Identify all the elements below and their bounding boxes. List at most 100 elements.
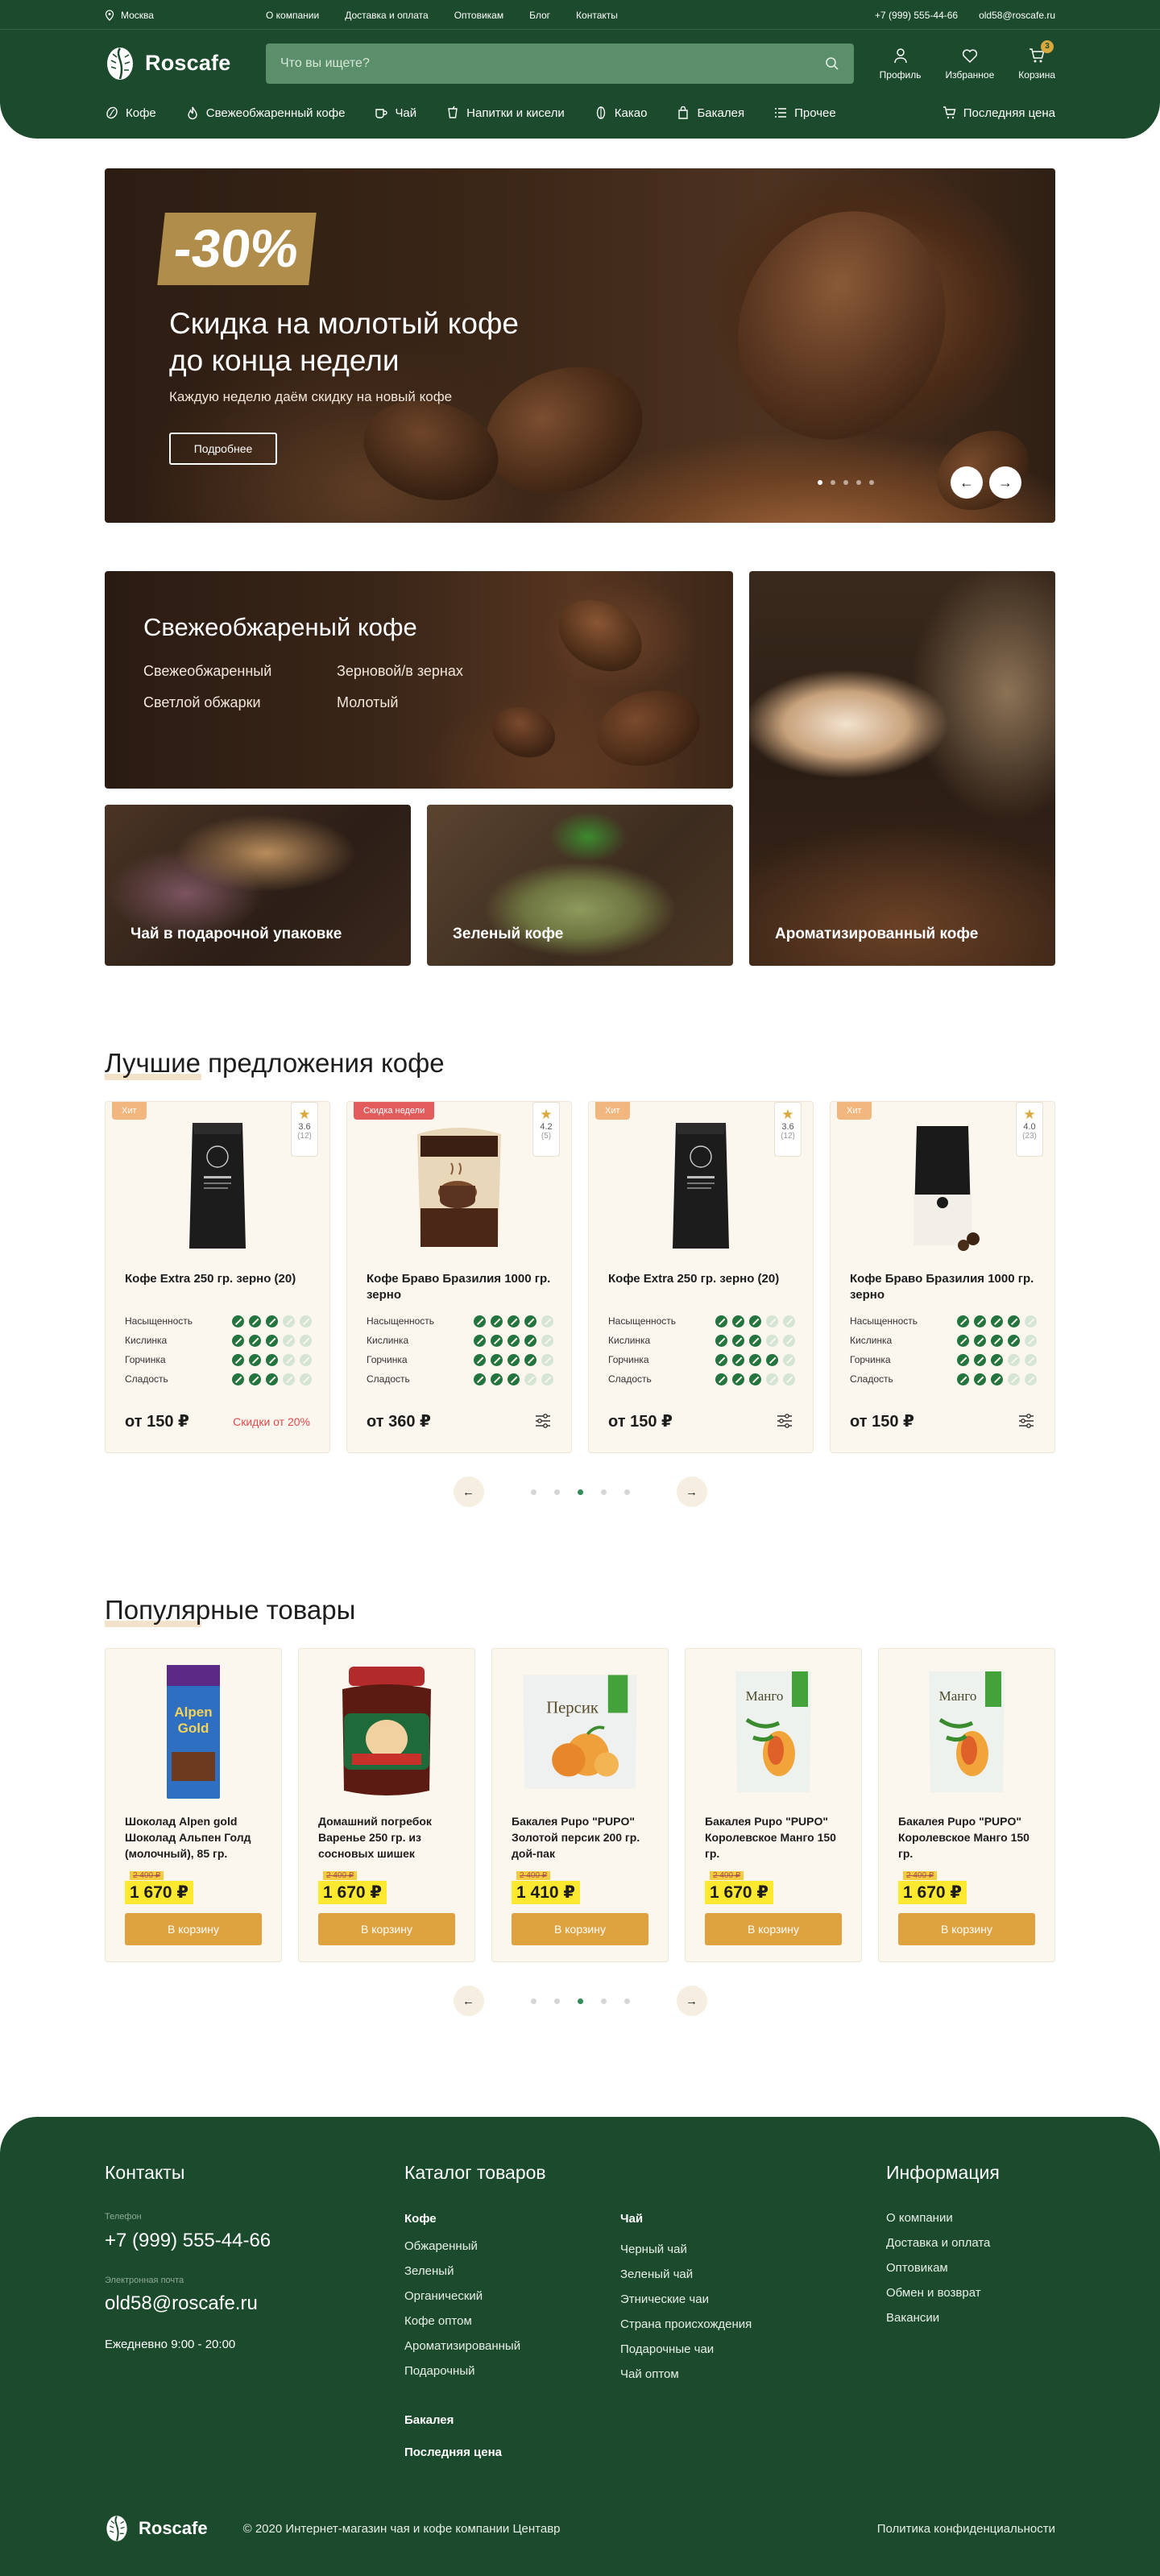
- add-to-cart-button[interactable]: В корзину: [512, 1913, 648, 1945]
- top-link-contacts[interactable]: Контакты: [576, 10, 618, 21]
- pager-prev-button[interactable]: ←: [453, 1476, 484, 1507]
- fresh-roast-link[interactable]: Свежеобжаренный: [143, 663, 337, 680]
- product-title[interactable]: Кофе Браво Бразилия 1000 гр. зерно: [367, 1271, 552, 1303]
- top-link-about[interactable]: О компании: [266, 10, 319, 21]
- product-title[interactable]: Бакалея Pupo "PUPO" Королевское Манго 15…: [705, 1813, 846, 1862]
- product-image[interactable]: Манго: [709, 1660, 838, 1804]
- pager-next-button[interactable]: →: [676, 1476, 707, 1507]
- pager-dot[interactable]: [624, 1998, 630, 2004]
- product-title[interactable]: Бакалея Pupo "PUPO" Золотой персик 200 г…: [512, 1813, 652, 1862]
- fresh-roast-link[interactable]: Зерновой/в зернах: [337, 663, 498, 680]
- slide-dot[interactable]: [831, 480, 835, 485]
- privacy-link[interactable]: Политика конфиденциальности: [877, 2522, 1055, 2536]
- footer-link[interactable]: Зеленый чай: [620, 2267, 752, 2281]
- search-icon[interactable]: [825, 56, 839, 71]
- add-to-cart-button[interactable]: В корзину: [125, 1913, 262, 1945]
- slide-dot[interactable]: [818, 480, 822, 485]
- footer-link[interactable]: Этнические чаи: [620, 2292, 752, 2306]
- slide-dot[interactable]: [869, 480, 874, 485]
- product-card[interactable]: Alpen Gold Шоколад Alpen gold Шоколад Альп…: [105, 1648, 282, 1962]
- footer-link[interactable]: Обмен и возврат: [886, 2286, 990, 2300]
- product-image[interactable]: [411, 1118, 508, 1259]
- logo[interactable]: Roscafe: [105, 46, 266, 81]
- footer-link[interactable]: Обжаренный: [404, 2239, 520, 2253]
- add-to-cart-button[interactable]: В корзину: [898, 1913, 1035, 1945]
- pager-dot[interactable]: [553, 1998, 560, 2004]
- footer-logo[interactable]: Roscafe: [105, 2514, 208, 2543]
- category-tile-gift-tea[interactable]: Чай в подарочной упаковке: [105, 805, 411, 966]
- footer-link[interactable]: О компании: [886, 2211, 990, 2225]
- top-link-blog[interactable]: Блог: [529, 10, 550, 21]
- options-icon[interactable]: [534, 1412, 552, 1430]
- product-title[interactable]: Домашний погребок Варенье 250 гр. из сос…: [318, 1813, 459, 1862]
- product-image[interactable]: Манго: [902, 1660, 1031, 1804]
- footer-link[interactable]: Чай оптом: [620, 2367, 752, 2381]
- footer-link[interactable]: Вакансии: [886, 2311, 990, 2325]
- coffee-card[interactable]: Хит ★ 3.6 (12) Кофе Extra 250 гр. зерно (20)…: [105, 1101, 330, 1453]
- pager-dot[interactable]: [530, 1489, 536, 1495]
- catnav-item-grocery[interactable]: Бакалея: [676, 106, 744, 120]
- fresh-roast-link[interactable]: Молотый: [337, 694, 498, 711]
- product-image[interactable]: [181, 1118, 254, 1259]
- add-to-cart-button[interactable]: В корзину: [318, 1913, 455, 1945]
- footer-coffee-head[interactable]: Кофе: [404, 2212, 437, 2226]
- category-tile-fresh-roast[interactable]: Свежеобжареный кофе Свежеобжаренный Зерн…: [105, 571, 733, 789]
- footer-link[interactable]: Черный чай: [620, 2243, 752, 2256]
- pager-dot[interactable]: [577, 1489, 583, 1495]
- footer-link[interactable]: Подарочный: [404, 2364, 520, 2378]
- options-icon[interactable]: [1017, 1412, 1035, 1430]
- product-image[interactable]: [902, 1118, 983, 1259]
- product-image[interactable]: [665, 1118, 737, 1259]
- footer-link[interactable]: Оптовикам: [886, 2261, 990, 2275]
- favorites-button[interactable]: Избранное: [945, 47, 994, 81]
- slide-dot[interactable]: [843, 480, 848, 485]
- catnav-item-fresh-roast[interactable]: Свежеобжаренный кофе: [185, 106, 345, 120]
- fresh-roast-link[interactable]: Светлой обжарки: [143, 694, 337, 711]
- catnav-item-other[interactable]: Прочее: [773, 106, 836, 120]
- product-image[interactable]: [322, 1660, 451, 1804]
- catnav-item-cocoa[interactable]: Какао: [594, 106, 647, 120]
- pager-dot[interactable]: [530, 1998, 536, 2004]
- hero-next-button[interactable]: →: [989, 466, 1021, 499]
- pager-next-button[interactable]: →: [676, 1986, 707, 2016]
- top-email[interactable]: old58@roscafe.ru: [979, 10, 1055, 21]
- footer-grocery-head[interactable]: Бакалея: [404, 2413, 454, 2427]
- slide-dot[interactable]: [856, 480, 861, 485]
- footer-link[interactable]: Ароматизированный: [404, 2339, 520, 2353]
- catnav-item-last-price[interactable]: Последняя цена: [942, 106, 1055, 120]
- footer-last-price-head[interactable]: Последняя цена: [404, 2446, 502, 2459]
- catnav-item-tea[interactable]: Чай: [374, 106, 416, 120]
- product-title[interactable]: Бакалея Pupo "PUPO" Королевское Манго 15…: [898, 1813, 1039, 1862]
- product-card[interactable]: Персик Бакалея Pupo "PUPO" Золотой персик…: [491, 1648, 669, 1962]
- hero-more-button[interactable]: Подробнее: [169, 433, 277, 465]
- top-link-wholesale[interactable]: Оптовикам: [454, 10, 503, 21]
- catnav-item-drinks[interactable]: Напитки и кисели: [445, 106, 565, 120]
- options-icon[interactable]: [776, 1412, 793, 1430]
- footer-link[interactable]: Доставка и оплата: [886, 2236, 990, 2250]
- product-image[interactable]: Alpen Gold: [129, 1660, 258, 1804]
- product-card[interactable]: Домашний погребок Варенье 250 гр. из сос…: [298, 1648, 475, 1962]
- search-input[interactable]: [280, 56, 796, 71]
- top-link-delivery[interactable]: Доставка и оплата: [345, 10, 429, 21]
- coffee-card[interactable]: Хит ★ 4.0 (23) Кофе Браво Бразилия 1000 гр. …: [830, 1101, 1055, 1453]
- footer-link[interactable]: Подарочные чаи: [620, 2342, 752, 2356]
- coffee-card[interactable]: Хит ★ 3.6 (12) Кофе Extra 250 гр. зерно (20)…: [588, 1101, 814, 1453]
- pager-dot[interactable]: [624, 1489, 630, 1495]
- footer-link[interactable]: Кофе оптом: [404, 2314, 520, 2328]
- footer-link[interactable]: Органический: [404, 2289, 520, 2303]
- pager-dot[interactable]: [600, 1489, 607, 1495]
- top-phone[interactable]: +7 (999) 555-44-66: [875, 10, 958, 21]
- pager-dot[interactable]: [553, 1489, 560, 1495]
- pager-prev-button[interactable]: ←: [453, 1986, 484, 2016]
- add-to-cart-button[interactable]: В корзину: [705, 1913, 842, 1945]
- product-title[interactable]: Шоколад Alpen gold Шоколад Альпен Голд (…: [125, 1813, 266, 1862]
- cart-button[interactable]: 3 Корзина: [1018, 39, 1055, 81]
- category-tile-flavored-coffee[interactable]: Ароматизированный кофе: [749, 571, 1055, 966]
- product-card[interactable]: Манго Бакалея Pupo "PUPO" Королевское Ман…: [878, 1648, 1055, 1962]
- product-title[interactable]: Кофе Extra 250 гр. зерно (20): [608, 1271, 793, 1287]
- city-selector[interactable]: Москва: [105, 10, 266, 21]
- product-title[interactable]: Кофе Браво Бразилия 1000 гр. зерно: [850, 1271, 1035, 1303]
- pager-dot[interactable]: [577, 1998, 583, 2004]
- coffee-card[interactable]: Скидка недели ★ 4.2 (5) Кофе Браво Бразилия …: [346, 1101, 572, 1453]
- pager-dot[interactable]: [600, 1998, 607, 2004]
